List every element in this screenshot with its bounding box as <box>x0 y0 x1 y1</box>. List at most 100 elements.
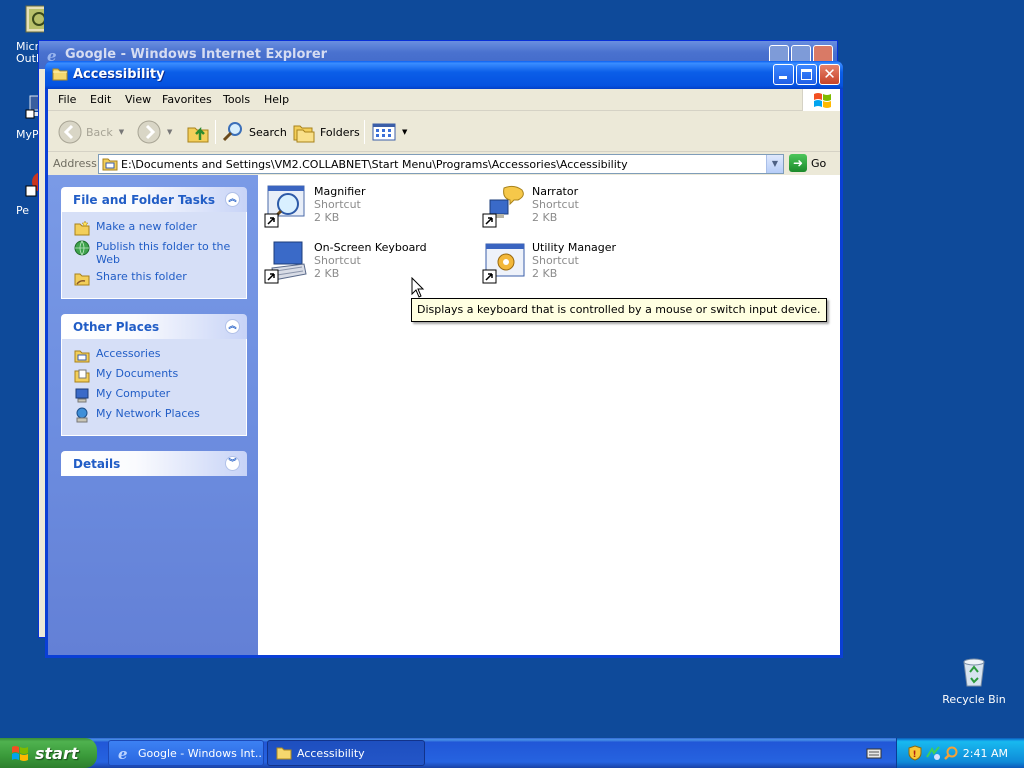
place-label: My Documents <box>96 367 179 380</box>
folders-button[interactable]: Folders <box>292 118 360 146</box>
address-input[interactable]: E:\Documents and Settings\VM2.COLLABNET\… <box>98 154 784 174</box>
menu-favorites[interactable]: Favorites <box>162 93 212 106</box>
back-button[interactable]: Back ▼ <box>58 118 124 146</box>
search-icon <box>222 122 242 142</box>
panel-title: Details <box>73 457 121 471</box>
address-dropdown-icon[interactable]: ▼ <box>766 155 783 173</box>
task-label: Publish this folder to the Web <box>96 240 231 266</box>
file-type: Shortcut <box>314 254 361 267</box>
other-places-panel: Other Places ︽ Accessories My Documents … <box>61 314 247 436</box>
place-my-network-places[interactable]: My Network Places <box>74 407 236 423</box>
folders-icon <box>293 125 315 143</box>
svg-text:!: ! <box>913 750 917 760</box>
windows-flag-icon <box>814 93 831 108</box>
close-button[interactable]: ✕ <box>819 64 840 85</box>
start-label: start <box>35 743 79 763</box>
file-name: Utility Manager <box>532 241 617 254</box>
place-label: My Network Places <box>96 407 200 420</box>
address-path: E:\Documents and Settings\VM2.COLLABNET\… <box>121 157 628 171</box>
panel-header[interactable]: Other Places ︽ <box>61 314 247 339</box>
up-folder-button[interactable] <box>186 118 210 146</box>
details-panel: Details ︾ <box>61 451 247 476</box>
svg-text:e: e <box>118 745 128 761</box>
collapse-chevron-icon[interactable]: ︽ <box>225 192 240 207</box>
file-type: Shortcut <box>532 254 579 267</box>
menu-tools[interactable]: Tools <box>223 93 250 106</box>
up-folder-icon <box>187 126 209 143</box>
menu-edit[interactable]: Edit <box>90 93 111 106</box>
file-folder-tasks-panel: File and Folder Tasks ︽ Make a new folde… <box>61 187 247 299</box>
keyboard-icon <box>264 241 307 284</box>
panel-title: Other Places <box>73 320 160 334</box>
mouse-cursor-icon <box>411 277 425 298</box>
place-my-computer[interactable]: My Computer <box>74 387 236 403</box>
minimize-icon <box>779 76 787 79</box>
task-publish-folder[interactable]: Publish this folder to the Web <box>74 240 236 266</box>
taskbar-button-accessibility[interactable]: Accessibility <box>267 740 425 766</box>
keyboard-language-icon[interactable] <box>866 745 882 761</box>
magnifier-tray-icon[interactable] <box>943 745 959 761</box>
internet-explorer-icon: e <box>118 745 128 761</box>
place-my-documents[interactable]: My Documents <box>74 367 236 383</box>
task-share-folder[interactable]: Share this folder <box>74 270 236 286</box>
back-dropdown-icon[interactable]: ▼ <box>119 128 124 136</box>
windows-logo <box>802 89 840 111</box>
task-label: Share this folder <box>96 270 187 283</box>
file-type: Shortcut <box>314 198 361 211</box>
file-name: Magnifier <box>314 185 366 198</box>
maximize-button[interactable] <box>796 64 817 85</box>
menu-help[interactable]: Help <box>264 93 289 106</box>
file-name: On-Screen Keyboard <box>314 241 427 254</box>
network-places-icon <box>76 407 88 423</box>
expand-chevron-icon[interactable]: ︾ <box>225 456 240 471</box>
taskbar-button-label: Accessibility <box>297 746 365 760</box>
forward-button[interactable]: ▼ <box>137 118 172 146</box>
task-pane: File and Folder Tasks ︽ Make a new folde… <box>48 175 258 655</box>
close-icon: ✕ <box>823 65 836 83</box>
system-tray: ! 2:41 AM <box>896 738 1024 768</box>
go-button[interactable]: ➜ Go <box>789 154 826 172</box>
tooltip: Displays a keyboard that is controlled b… <box>411 298 827 322</box>
go-label: Go <box>811 156 827 170</box>
file-size: 2 KB <box>314 211 340 224</box>
share-folder-icon <box>74 273 90 286</box>
folders-label: Folders <box>320 125 360 139</box>
security-shield-icon[interactable]: ! <box>907 745 923 761</box>
file-item-utility-manager[interactable]: Utility Manager Shortcut 2 KB <box>476 235 686 287</box>
task-make-new-folder[interactable]: Make a new folder <box>74 220 236 236</box>
file-size: 2 KB <box>532 211 558 224</box>
network-status-icon[interactable] <box>925 745 941 761</box>
forward-arrow-icon <box>137 120 161 144</box>
desktop-icon-recycle-bin[interactable]: Recycle Bin <box>942 656 1006 706</box>
window-titlebar[interactable]: Accessibility ✕ <box>45 61 843 89</box>
place-accessories[interactable]: Accessories <box>74 347 236 363</box>
taskbar-button-google[interactable]: e Google - Windows Int... <box>108 740 264 766</box>
views-dropdown-icon[interactable]: ▼ <box>402 128 407 136</box>
search-label: Search <box>249 125 287 139</box>
go-arrow-icon: ➜ <box>789 154 807 172</box>
file-size: 2 KB <box>314 267 340 280</box>
minimize-button[interactable] <box>773 64 794 85</box>
views-button[interactable]: ▼ <box>372 118 407 146</box>
folder-icon <box>52 68 68 81</box>
file-item-magnifier[interactable]: Magnifier Shortcut 2 KB <box>258 179 468 231</box>
forward-dropdown-icon[interactable]: ▼ <box>167 128 172 136</box>
search-button[interactable]: Search <box>221 118 287 146</box>
place-label: Accessories <box>96 347 161 360</box>
panel-header[interactable]: File and Folder Tasks ︽ <box>61 187 247 212</box>
menu-file[interactable]: File <box>58 93 76 106</box>
toolbar-separator <box>364 120 365 144</box>
outlook-icon <box>25 5 44 33</box>
panel-header[interactable]: Details ︾ <box>61 451 247 476</box>
explorer-window[interactable]: Accessibility ✕ File Edit View Favorites… <box>45 61 843 658</box>
start-button[interactable]: start <box>0 738 97 768</box>
collapse-chevron-icon[interactable]: ︽ <box>225 319 240 334</box>
file-list: Magnifier Shortcut 2 KB Narrator Shortcu… <box>258 175 840 655</box>
recycle-bin-label: Recycle Bin <box>942 693 1006 706</box>
menu-view[interactable]: View <box>125 93 151 106</box>
maximize-icon <box>801 69 812 80</box>
my-computer-icon <box>75 388 89 403</box>
file-item-narrator[interactable]: Narrator Shortcut 2 KB <box>476 179 686 231</box>
folder-programs-icon <box>102 158 118 171</box>
file-item-on-screen-keyboard[interactable]: On-Screen Keyboard Shortcut 2 KB <box>258 235 468 287</box>
